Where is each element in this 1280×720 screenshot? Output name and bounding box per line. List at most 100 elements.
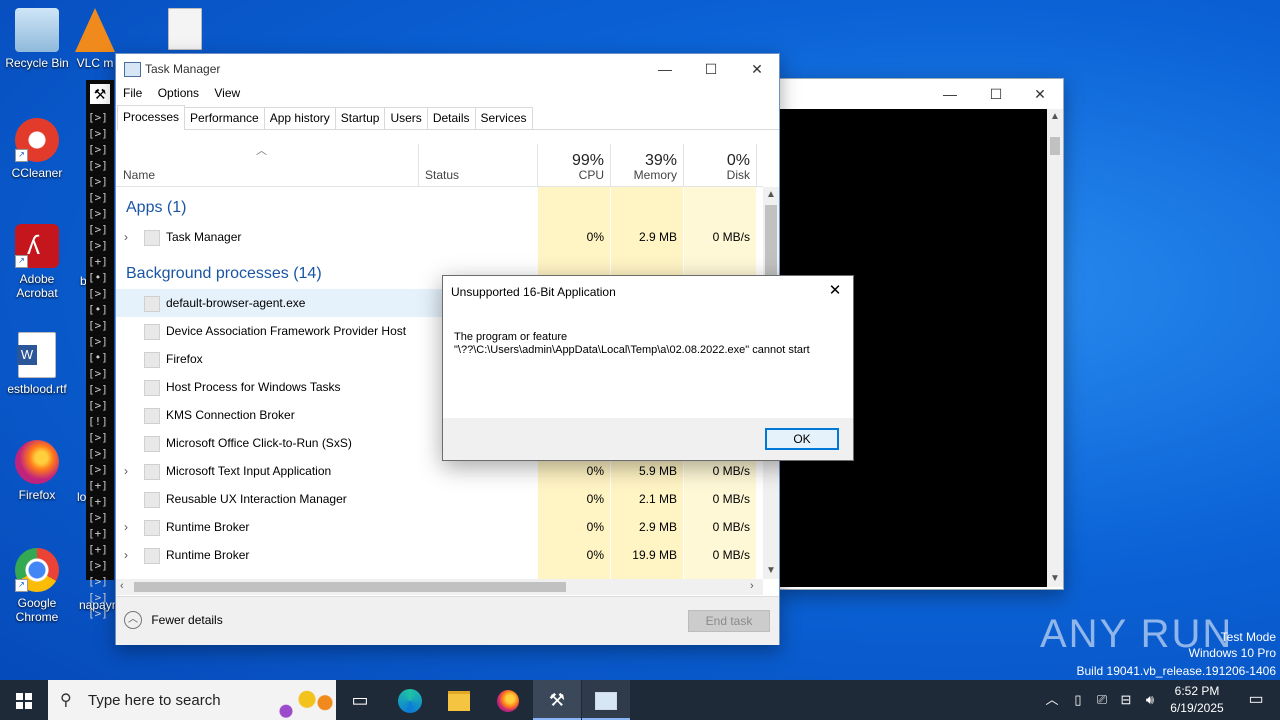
chevron-right-icon[interactable]: ›	[124, 541, 128, 569]
desktop-icon-recycle-bin[interactable]: Recycle Bin	[0, 8, 74, 70]
desktop-icon-firefox[interactable]: Firefox	[0, 440, 74, 502]
menu-view[interactable]: View	[214, 86, 240, 100]
dialog-close-button[interactable]: ✕	[823, 280, 847, 302]
table-row[interactable]: › Task Manager 0% 2.9 MB 0 MB/s	[116, 223, 758, 251]
task-manager-taskbar-icon[interactable]	[582, 680, 630, 720]
desktop-icon-label-partial: lo	[77, 490, 87, 504]
tab-processes[interactable]: Processes	[117, 105, 186, 130]
shortcut-arrow-icon: ↗	[15, 149, 28, 162]
clock[interactable]: 6:52 PM 6/19/2025	[1164, 683, 1230, 717]
end-task-button[interactable]: End task	[688, 610, 770, 632]
process-name: Firefox	[166, 352, 203, 366]
anyrun-watermark: ANY RUN Test Mode Windows 10 Pro Build 1…	[1040, 612, 1276, 678]
horizontal-scrollbar[interactable]: ‹ ›	[116, 579, 763, 595]
desktop-icon-file[interactable]	[160, 8, 210, 54]
start-button[interactable]	[0, 680, 48, 720]
scroll-up-icon[interactable]: ▲	[1050, 111, 1060, 122]
chevron-right-icon[interactable]: ›	[124, 223, 128, 251]
scroll-thumb[interactable]	[1050, 137, 1060, 155]
table-row[interactable]: Reusable UX Interaction Manager 0% 2.1 MB 0…	[116, 485, 758, 513]
clock-date: 6/19/2025	[1170, 701, 1224, 715]
tray-app-icon[interactable]: ▯	[1066, 680, 1090, 720]
console-scrollbar[interactable]: ▲ ▼	[1047, 109, 1063, 587]
console-line: [>]	[88, 575, 108, 588]
scroll-right-icon[interactable]: ›	[750, 580, 754, 592]
cpu-value: 0%	[586, 492, 604, 506]
desktop-icon-google-chrome[interactable]: ↗ Google Chrome	[0, 548, 74, 624]
ok-button[interactable]: OK	[765, 428, 839, 450]
scroll-down-icon[interactable]: ▼	[1050, 573, 1060, 584]
file-explorer-icon[interactable]	[435, 680, 483, 720]
tab-services[interactable]: Services	[474, 107, 533, 129]
scroll-up-icon[interactable]: ▲	[766, 189, 776, 200]
disk-value: 0 MB/s	[712, 492, 750, 506]
menu-file[interactable]: File	[123, 86, 142, 100]
table-row[interactable]: › Runtime Broker 0% 19.9 MB 0 MB/s	[116, 541, 758, 569]
edge-icon[interactable]	[386, 680, 434, 720]
watermark-line3: Build 19041.vb_release.191206-1406	[1076, 664, 1277, 678]
column-header-cpu[interactable]: 99% CPU	[538, 144, 611, 186]
table-row[interactable]: › Microsoft Text Input Application 0% 5.9 M…	[116, 457, 758, 485]
flowers-decoration-icon	[274, 684, 334, 718]
scroll-down-icon[interactable]: ▼	[766, 565, 776, 576]
dialog-title: Unsupported 16-Bit Application	[451, 285, 616, 299]
network-icon[interactable]: ⊟	[1114, 680, 1138, 720]
column-header-status[interactable]: Status	[419, 144, 538, 186]
volume-icon[interactable]: 🔊︎	[1138, 680, 1162, 720]
fewer-details-button[interactable]: ︿ Fewer details	[124, 611, 223, 629]
process-icon	[144, 296, 160, 312]
console-line: [>]	[88, 399, 108, 412]
task-view-icon[interactable]: ▭	[336, 680, 384, 720]
maximize-button[interactable]: ☐	[973, 79, 1019, 109]
tab-strip: Processes Performance App history Startu…	[117, 105, 779, 130]
column-header-name[interactable]: ︿ Name	[116, 144, 419, 186]
table-row[interactable]: › Runtime Broker 0% 2.9 MB 0 MB/s	[116, 513, 758, 541]
close-button[interactable]: ✕	[1017, 79, 1063, 109]
desktop-icon-label: VLC m	[76, 56, 114, 70]
hammer-app-taskbar-icon[interactable]: ⚒	[533, 680, 581, 720]
title-bar[interactable]: Task Manager — ☐ ✕	[116, 54, 779, 84]
console-line: [>]	[88, 239, 108, 252]
scroll-thumb[interactable]	[134, 582, 566, 592]
tab-users[interactable]: Users	[384, 107, 428, 129]
word-glyph: W	[17, 345, 37, 365]
show-hidden-icons-chevron-icon[interactable]: ︿	[1040, 680, 1064, 720]
tab-app-history[interactable]: App history	[263, 107, 336, 129]
process-icon	[144, 230, 160, 246]
tray-device-icon[interactable]: ⎚	[1090, 680, 1114, 720]
memory-value: 2.9 MB	[638, 520, 677, 534]
column-header-disk[interactable]: 0% Disk	[684, 144, 757, 186]
cpu-value: 0%	[586, 230, 604, 244]
column-header-memory[interactable]: 39% Memory	[611, 144, 684, 186]
menu-options[interactable]: Options	[158, 86, 199, 100]
chevron-right-icon[interactable]: ›	[124, 457, 128, 485]
desktop-icon-adobe-acrobat[interactable]: ʎ ↗ Adobe Acrobat	[0, 224, 74, 300]
console-line: [•]	[88, 271, 108, 284]
column-label-memory: Memory	[633, 168, 677, 182]
console-line: [!]	[88, 415, 108, 428]
desktop-icon-ccleaner[interactable]: ↗ CCleaner	[0, 118, 74, 180]
tab-performance[interactable]: Performance	[184, 107, 265, 129]
console-line: [>]	[88, 111, 108, 124]
console-line: [•]	[88, 303, 108, 316]
desktop-icon-vlc[interactable]: VLC m	[70, 8, 120, 70]
notifications-icon[interactable]: ▭	[1232, 680, 1280, 720]
desktop-icon-label: CCleaner	[11, 166, 63, 180]
taskbar-search-box[interactable]: ⚲ Type here to search	[48, 680, 336, 720]
minimize-button[interactable]: —	[927, 79, 973, 109]
close-button[interactable]: ✕	[734, 54, 780, 84]
desktop-icon-estblood[interactable]: W estblood.rtf	[0, 332, 74, 396]
firefox-taskbar-icon[interactable]	[484, 680, 532, 720]
scroll-left-icon[interactable]: ‹	[120, 580, 124, 592]
console-title-bar[interactable]: — ☐ ✕	[779, 79, 1063, 109]
unsupported-app-dialog[interactable]: Unsupported 16-Bit Application ✕ The pro…	[442, 275, 854, 461]
tab-startup[interactable]: Startup	[334, 107, 386, 129]
minimize-button[interactable]: —	[642, 54, 688, 84]
taskbar: ⚲ Type here to search ▭ ⚒ ︿ ▯ ⎚ ⊟ 🔊︎ 6:5…	[0, 680, 1280, 720]
cpu-value: 0%	[586, 520, 604, 534]
word-document-icon: W	[17, 332, 56, 378]
maximize-button[interactable]: ☐	[688, 54, 734, 84]
tab-details[interactable]: Details	[426, 107, 476, 129]
chevron-right-icon[interactable]: ›	[124, 513, 128, 541]
console-line: [>]	[88, 383, 108, 396]
